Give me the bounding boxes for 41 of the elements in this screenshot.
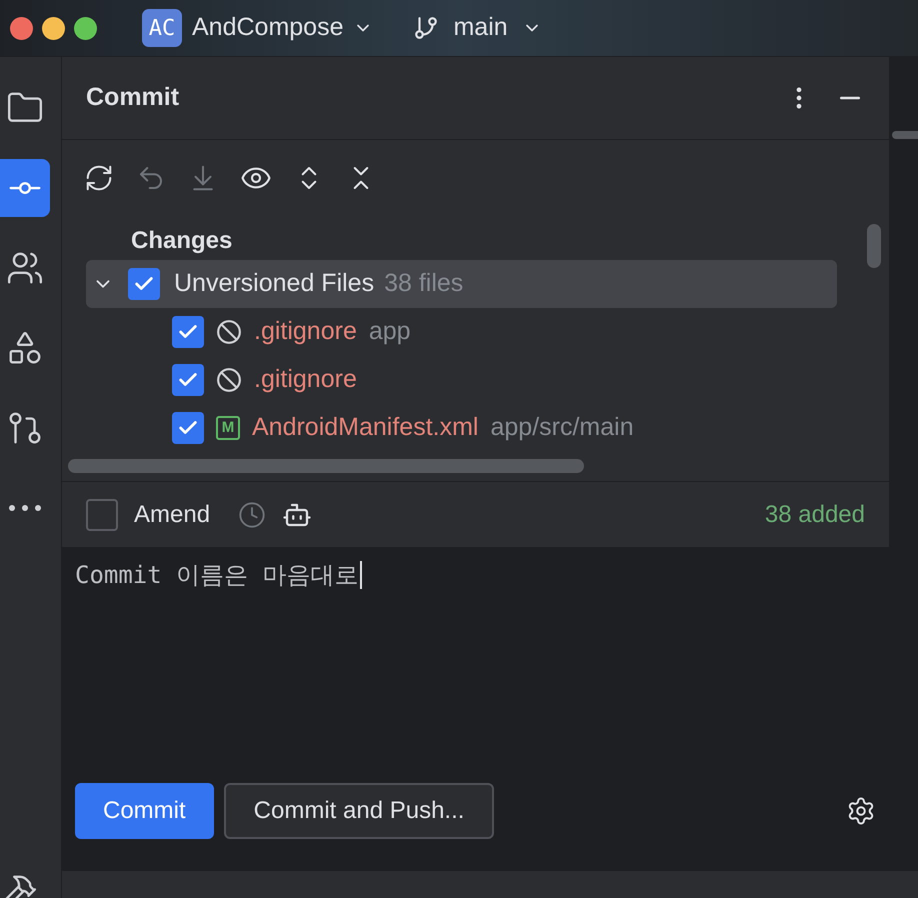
checkbox[interactable] <box>172 412 204 444</box>
minimize-window-button[interactable] <box>42 16 65 40</box>
file-path: app/src/main <box>490 412 634 444</box>
tree-row[interactable]: Unversioned Files 38 files <box>86 260 837 308</box>
refresh-icon[interactable] <box>84 163 114 193</box>
project-name: AndCompose <box>192 12 344 44</box>
checkbox[interactable] <box>128 268 160 300</box>
project-badge: AC <box>142 9 182 47</box>
more-icon <box>9 505 41 511</box>
commit-tool-button[interactable] <box>0 159 50 217</box>
file-name[interactable]: .gitignore <box>254 361 357 399</box>
ignored-file-icon <box>216 319 242 345</box>
commit-message-text: Commit 이름은 마음대로 <box>75 561 362 589</box>
branch-icon <box>413 15 440 41</box>
changes-summary: 38 added <box>764 500 865 530</box>
commit-button[interactable]: Commit <box>75 783 214 839</box>
horizontal-scrollbar[interactable] <box>68 459 584 473</box>
zoom-window-button[interactable] <box>74 16 97 40</box>
vertical-scrollbar[interactable] <box>867 224 881 268</box>
section-heading: Changes <box>131 226 232 256</box>
checkbox[interactable] <box>172 364 204 396</box>
commit-message-field[interactable]: Commit 이름은 마음대로 <box>62 547 889 760</box>
file-name[interactable]: .gitignore <box>254 313 357 351</box>
commit-and-push-button[interactable]: Commit and Push... <box>224 783 494 839</box>
group-label: Unversioned Files <box>174 268 374 300</box>
amend-label: Amend <box>134 500 210 530</box>
checkbox[interactable] <box>172 316 204 348</box>
panel-title: Commit <box>86 82 180 114</box>
project-switcher[interactable]: AC AndCompose <box>142 9 374 47</box>
close-window-button[interactable] <box>10 16 33 40</box>
checkbox[interactable] <box>86 498 118 530</box>
settings-icon[interactable] <box>846 796 876 826</box>
manifest-file-icon: M <box>216 416 240 440</box>
editor-scrollbar[interactable] <box>892 131 918 139</box>
file-count: 38 files <box>384 268 464 300</box>
ignored-file-icon <box>216 367 242 393</box>
file-name[interactable]: AndroidManifest.xml <box>252 409 478 447</box>
branch-name: main <box>453 12 508 44</box>
branch-switcher[interactable]: main <box>413 9 542 47</box>
history-icon[interactable] <box>238 500 266 528</box>
file-path: app <box>368 316 411 348</box>
